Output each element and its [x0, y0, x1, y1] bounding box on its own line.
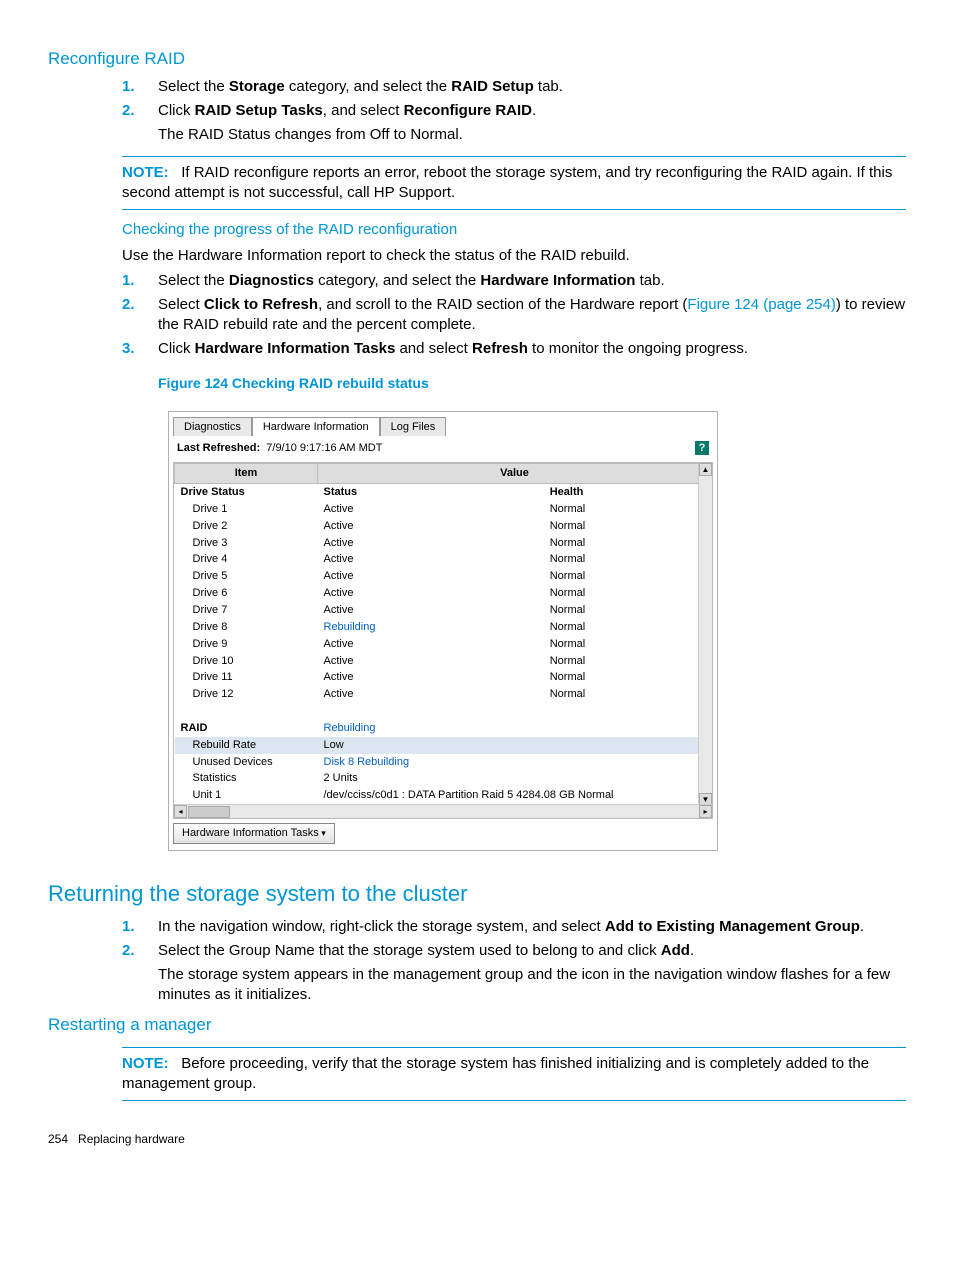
scroll-right-icon[interactable]: ▸: [699, 805, 712, 818]
heading-restarting-manager: Restarting a manager: [48, 1014, 906, 1037]
table-row[interactable]: Statistics2 Units: [175, 770, 712, 787]
table-row: [175, 703, 712, 720]
chapter-name: Replacing hardware: [78, 1132, 185, 1146]
table-row[interactable]: Drive 2ActiveNormal: [175, 518, 712, 535]
cp-step-2: Select Click to Refresh, and scroll to t…: [122, 295, 906, 336]
table-row[interactable]: Unit 1/dev/cciss/c0d1 : DATA Partition R…: [175, 787, 712, 804]
note-reconfigure: NOTE: If RAID reconfigure reports an err…: [122, 156, 906, 211]
note-restarting: NOTE: Before proceeding, verify that the…: [122, 1047, 906, 1102]
ret-step-2: Select the Group Name that the storage s…: [122, 941, 906, 1006]
drive-status-header: Drive StatusStatusHealth: [175, 484, 712, 501]
table-row[interactable]: Drive 11ActiveNormal: [175, 669, 712, 686]
table-row[interactable]: Drive 3ActiveNormal: [175, 535, 712, 552]
page-footer: 254 Replacing hardware: [48, 1131, 906, 1147]
step-1: Select the Storage category, and select …: [122, 77, 906, 97]
heading-checking-progress: Checking the progress of the RAID reconf…: [122, 220, 906, 240]
step-2: Click RAID Setup Tasks, and select Recon…: [122, 101, 906, 146]
table-row[interactable]: Drive 1ActiveNormal: [175, 501, 712, 518]
col-value: Value: [318, 464, 712, 484]
vertical-scrollbar[interactable]: ▲ ▼: [698, 463, 712, 806]
table-row[interactable]: Drive 12ActiveNormal: [175, 686, 712, 703]
figure-link[interactable]: Figure 124 (page 254): [687, 296, 835, 313]
col-item: Item: [175, 464, 318, 484]
table-row[interactable]: Drive 10ActiveNormal: [175, 653, 712, 670]
table-row[interactable]: Drive 8RebuildingNormal: [175, 619, 712, 636]
hardware-information-tasks-button[interactable]: Hardware Information Tasks: [173, 823, 335, 844]
intro-text: Use the Hardware Information report to c…: [122, 246, 906, 266]
table-row[interactable]: Rebuild RateLow: [175, 737, 712, 754]
last-refreshed: ? Last Refreshed: 7/9/10 9:17:16 AM MDT: [177, 441, 709, 456]
heading-reconfigure-raid: Reconfigure RAID: [48, 48, 906, 71]
hardware-table: Item Value Drive StatusStatusHealthDrive…: [174, 463, 712, 804]
table-row[interactable]: Drive 4ActiveNormal: [175, 551, 712, 568]
steps-reconfigure-raid: Select the Storage category, and select …: [122, 77, 906, 146]
cp-step-3: Click Hardware Information Tasks and sel…: [122, 339, 906, 359]
table-row[interactable]: Drive 5ActiveNormal: [175, 568, 712, 585]
ret-step-1: In the navigation window, right-click th…: [122, 917, 906, 937]
scroll-left-icon[interactable]: ◂: [174, 805, 187, 818]
horizontal-scrollbar[interactable]: ◂ ▸: [174, 804, 712, 818]
scroll-up-icon[interactable]: ▲: [699, 463, 712, 476]
tab-diagnostics[interactable]: Diagnostics: [173, 417, 252, 437]
table-row[interactable]: Drive 9ActiveNormal: [175, 636, 712, 653]
figure-caption: Figure 124 Checking RAID rebuild status: [158, 374, 906, 393]
tab-log-files[interactable]: Log Files: [380, 417, 447, 437]
table-row[interactable]: Drive 7ActiveNormal: [175, 602, 712, 619]
table-wrap: Item Value Drive StatusStatusHealthDrive…: [173, 462, 713, 819]
tab-hardware-information[interactable]: Hardware Information: [252, 417, 380, 437]
steps-returning: In the navigation window, right-click th…: [122, 917, 906, 1006]
ret-step-2-extra: The storage system appears in the manage…: [158, 965, 906, 1006]
help-icon[interactable]: ?: [695, 441, 709, 455]
table-row[interactable]: Drive 6ActiveNormal: [175, 585, 712, 602]
heading-returning-storage: Returning the storage system to the clus…: [48, 879, 906, 909]
table-row[interactable]: Unused DevicesDisk 8 Rebuilding: [175, 754, 712, 771]
step-2-extra: The RAID Status changes from Off to Norm…: [158, 125, 906, 145]
steps-checking-progress: Select the Diagnostics category, and sel…: [122, 271, 906, 360]
scroll-thumb[interactable]: [188, 806, 230, 818]
cp-step-1: Select the Diagnostics category, and sel…: [122, 271, 906, 291]
header-row: Item Value: [175, 464, 712, 484]
table-row[interactable]: RAIDRebuilding: [175, 720, 712, 737]
hardware-info-panel: DiagnosticsHardware InformationLog Files…: [168, 411, 718, 851]
page-number: 254: [48, 1132, 68, 1146]
tab-bar: DiagnosticsHardware InformationLog Files: [173, 416, 713, 436]
